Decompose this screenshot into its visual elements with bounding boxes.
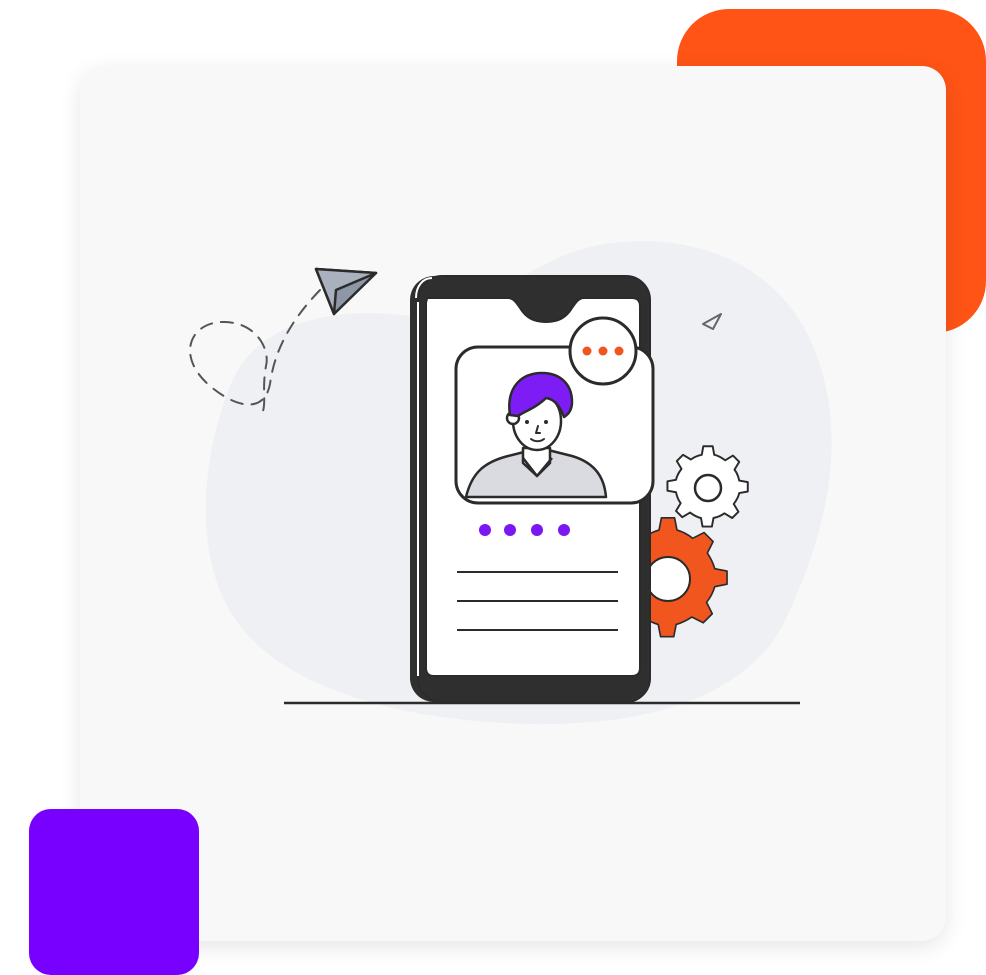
- chat-bubble-icon: [568, 316, 638, 386]
- gear-icon: [666, 445, 749, 528]
- purple-accent-block: [29, 809, 199, 975]
- phone-profile-illustration: [189, 241, 832, 725]
- illustration-card: [80, 66, 946, 941]
- smartphone: [410, 275, 655, 703]
- paper-plane-icon: [314, 267, 378, 316]
